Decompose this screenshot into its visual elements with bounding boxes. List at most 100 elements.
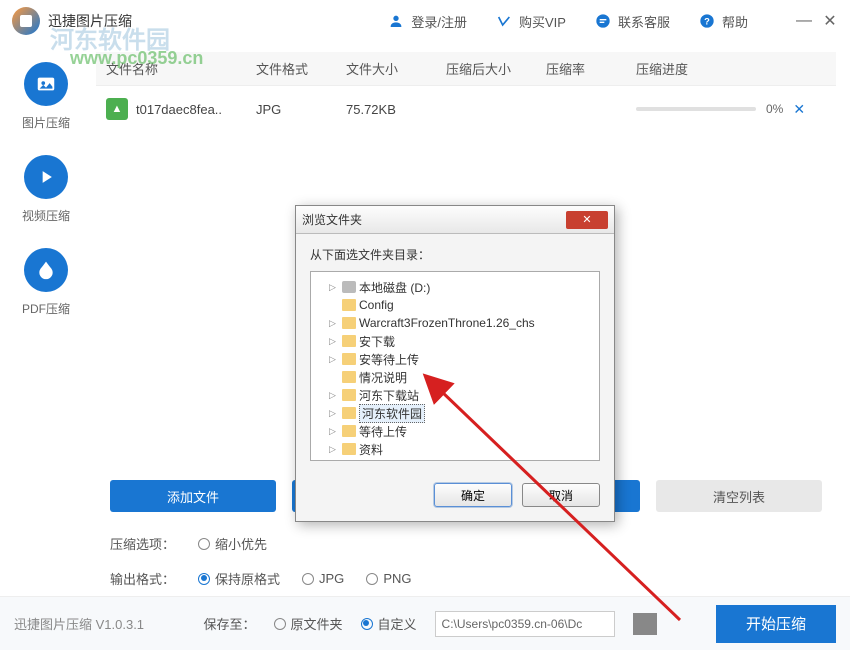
folder-icon — [342, 407, 356, 419]
browse-folder-dialog: 浏览文件夹 ✕ 从下面选文件夹目录： ▷ 本地磁盘 (D:) Config ▷Warc… — [295, 205, 615, 522]
expand-arrow-icon: ▷ — [329, 444, 339, 455]
tree-item-label: 安下载 — [359, 333, 395, 350]
user-icon — [387, 12, 405, 30]
dialog-ok-button[interactable]: 确定 — [434, 483, 512, 507]
progress-bar — [636, 107, 756, 111]
radio-shrink-priority[interactable]: 缩小优先 — [198, 534, 267, 553]
radio-icon — [198, 573, 210, 585]
radio-keep-format[interactable]: 保持原格式 — [198, 569, 280, 588]
sidebar: 图片压缩 视频压缩 PDF压缩 — [0, 42, 92, 596]
expand-arrow-icon: ▷ — [329, 426, 339, 437]
vip-label: 购买VIP — [519, 12, 566, 31]
expand-arrow-icon: ▷ — [329, 354, 339, 365]
image-icon — [24, 62, 68, 106]
tree-item[interactable]: ▷ 本地磁盘 (D:) — [315, 278, 595, 296]
svg-text:?: ? — [704, 16, 710, 26]
clear-list-button[interactable]: 清空列表 — [656, 480, 822, 512]
sidebar-item-label: 图片压缩 — [22, 114, 70, 131]
col-header-format: 文件格式 — [256, 59, 346, 78]
sidebar-item-label: 视频压缩 — [22, 207, 70, 224]
expand-arrow-icon: ▷ — [329, 336, 339, 347]
dialog-close-button[interactable]: ✕ — [566, 211, 608, 229]
folder-icon — [342, 371, 356, 383]
folder-icon — [342, 299, 356, 311]
vip-icon — [495, 12, 513, 30]
col-header-progress: 压缩进度 — [636, 59, 836, 78]
compress-label: 压缩选项： — [110, 534, 180, 553]
add-file-button[interactable]: 添加文件 — [110, 480, 276, 512]
radio-icon — [198, 538, 210, 550]
sidebar-item-pdf[interactable]: PDF压缩 — [22, 248, 70, 317]
tree-item-label: 本地磁盘 (D:) — [359, 279, 430, 296]
radio-jpg[interactable]: JPG — [302, 569, 344, 588]
service-link[interactable]: 联系客服 — [594, 12, 670, 31]
file-size: 75.72KB — [346, 102, 446, 117]
table-header: 文件名称 文件格式 文件大小 压缩后大小 压缩率 压缩进度 — [96, 52, 836, 86]
expand-arrow-icon: ▷ — [329, 390, 339, 401]
sidebar-item-image[interactable]: 图片压缩 — [22, 62, 70, 131]
expand-arrow-icon: ▷ — [329, 282, 339, 293]
folder-icon — [342, 281, 356, 293]
footer: 迅捷图片压缩 V1.0.3.1 保存至： 原文件夹 自定义 开始压缩 — [0, 596, 850, 650]
col-header-after: 压缩后大小 — [446, 59, 546, 78]
col-header-size: 文件大小 — [346, 59, 446, 78]
tree-item[interactable]: ▷安等待上传 — [315, 350, 595, 368]
tree-item-label: 资料 — [359, 441, 383, 458]
dialog-titlebar[interactable]: 浏览文件夹 ✕ — [296, 206, 614, 234]
tree-item[interactable]: ▷河东软件园 — [315, 404, 595, 422]
tree-item[interactable]: ▷ 等待上传 — [315, 422, 595, 440]
tree-item[interactable]: ▷Warcraft3FrozenThrone1.26_chs — [315, 314, 595, 332]
tree-item[interactable]: Config — [315, 296, 595, 314]
file-name: t017daec8fea.. — [136, 102, 222, 117]
tree-item-label: Config — [359, 298, 394, 312]
tree-item[interactable]: ▷ 资料 — [315, 440, 595, 458]
tree-item-label: 等待上传 — [359, 423, 407, 440]
file-format: JPG — [256, 102, 346, 117]
play-icon — [24, 155, 68, 199]
window-controls: — ✕ — [796, 13, 838, 29]
tree-item[interactable]: ▷河东下载站 — [315, 386, 595, 404]
folder-icon — [342, 335, 356, 347]
radio-png[interactable]: PNG — [366, 569, 411, 588]
app-title: 迅捷图片压缩 — [48, 11, 132, 31]
folder-tree[interactable]: ▷ 本地磁盘 (D:) Config ▷Warcraft3FrozenThrone1.… — [310, 271, 600, 461]
service-label: 联系客服 — [618, 12, 670, 31]
radio-icon — [366, 573, 378, 585]
close-button[interactable]: ✕ — [822, 13, 838, 29]
login-link[interactable]: 登录/注册 — [387, 12, 467, 31]
save-path-input[interactable] — [435, 611, 615, 637]
folder-icon — [342, 425, 356, 437]
expand-arrow-icon: ▷ — [329, 408, 339, 419]
vip-link[interactable]: 购买VIP — [495, 12, 566, 31]
folder-icon — [342, 353, 356, 365]
sidebar-item-video[interactable]: 视频压缩 — [22, 155, 70, 224]
radio-icon — [361, 618, 373, 630]
logo-area: 迅捷图片压缩 — [12, 7, 132, 35]
table-row[interactable]: ▲ t017daec8fea.. JPG 75.72KB 0% ✕ — [96, 86, 836, 132]
start-compress-button[interactable]: 开始压缩 — [716, 605, 836, 643]
folder-icon — [342, 317, 356, 329]
radio-original-folder[interactable]: 原文件夹 — [274, 614, 343, 633]
dialog-cancel-button[interactable]: 取消 — [522, 483, 600, 507]
browse-folder-button[interactable] — [633, 613, 657, 635]
tree-item[interactable]: 情况说明 — [315, 368, 595, 386]
minimize-button[interactable]: — — [796, 13, 812, 29]
help-link[interactable]: ? 帮助 — [698, 12, 748, 31]
folder-icon — [342, 443, 356, 455]
folder-icon — [342, 389, 356, 401]
save-to-label: 保存至： — [204, 614, 256, 633]
tree-item[interactable]: ▷ 安下载 — [315, 332, 595, 350]
version-label: 迅捷图片压缩 V1.0.3.1 — [14, 614, 144, 633]
help-label: 帮助 — [722, 12, 748, 31]
radio-custom-folder[interactable]: 自定义 — [361, 614, 417, 633]
remove-row-button[interactable]: ✕ — [793, 101, 805, 118]
col-header-rate: 压缩率 — [546, 59, 636, 78]
format-options-row: 输出格式： 保持原格式 JPG PNG — [96, 561, 836, 596]
pdf-icon — [24, 248, 68, 292]
dialog-subtitle: 从下面选文件夹目录： — [310, 246, 600, 263]
radio-icon — [302, 573, 314, 585]
file-thumb-icon: ▲ — [106, 98, 128, 120]
expand-arrow-icon: ▷ — [329, 318, 339, 329]
login-label: 登录/注册 — [411, 12, 467, 31]
format-label: 输出格式： — [110, 569, 180, 588]
